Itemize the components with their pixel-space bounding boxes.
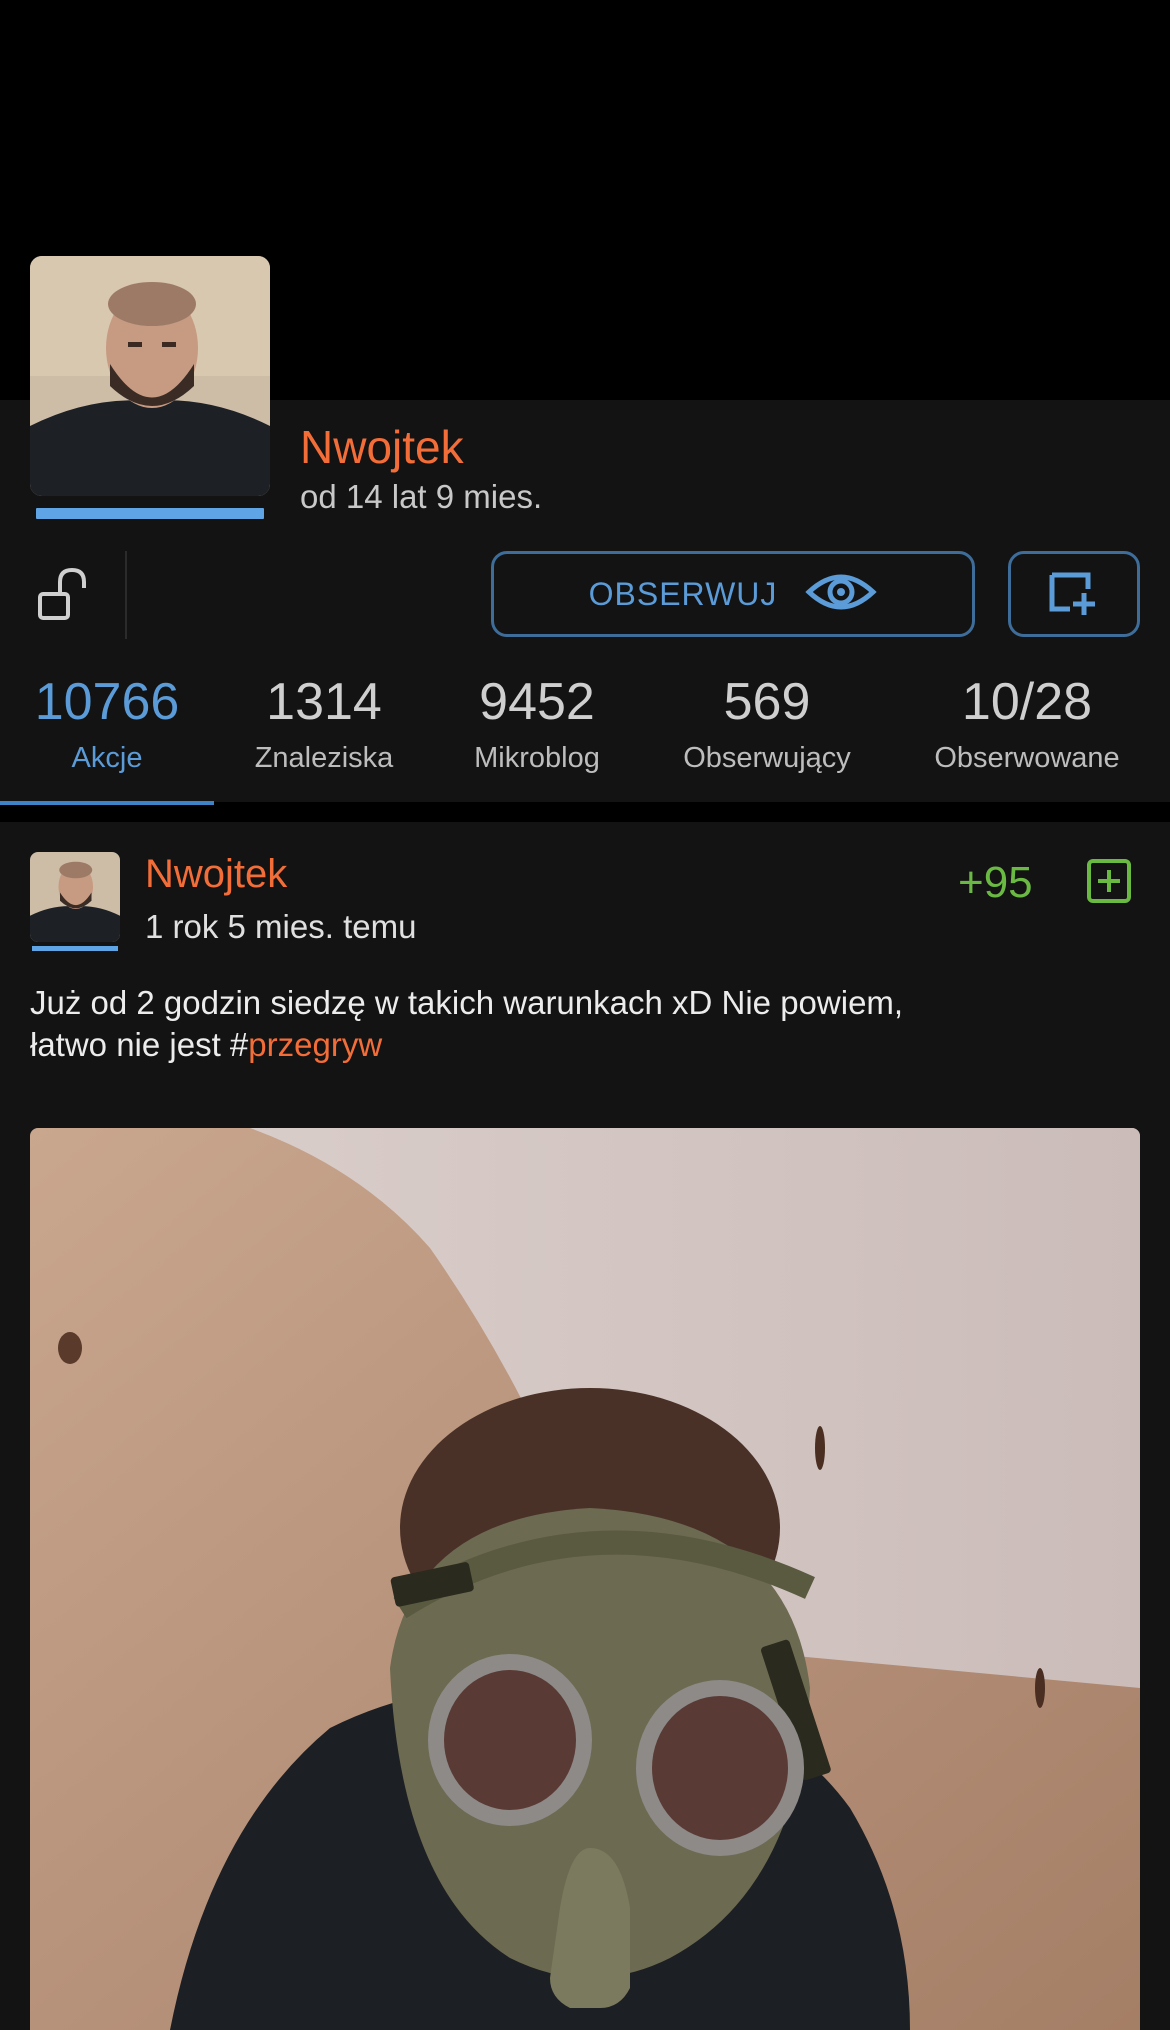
unlock-icon[interactable]	[30, 560, 100, 630]
entry-vote-count: +95	[958, 858, 1033, 907]
entry-author-avatar[interactable]	[30, 852, 120, 942]
profile-stats: 10766 Akcje 1314 Znaleziska 9452 Mikrobl…	[0, 670, 1170, 780]
profile-avatar[interactable]	[30, 256, 270, 496]
stat-obserwowane[interactable]: 10/28 Obserwowane	[912, 670, 1142, 775]
follow-button[interactable]: OBSERWUJ	[491, 551, 975, 637]
stat-label: Akcje	[71, 742, 143, 774]
stat-znaleziska[interactable]: 1314 Znaleziska	[234, 670, 414, 775]
entry-photo[interactable]	[30, 1128, 1140, 2030]
profile-member-since: od 14 lat 9 mies.	[300, 478, 543, 515]
add-to-list-button[interactable]	[1008, 551, 1140, 637]
entry-hashtag[interactable]: przegryw	[248, 1026, 382, 1063]
stat-mikroblog[interactable]: 9452 Mikroblog	[448, 670, 626, 775]
stat-label: Obserwowane	[934, 742, 1120, 774]
entry-body: Już od 2 godzin siedzę w takich warunkac…	[30, 982, 1140, 1066]
stat-obserwujacy[interactable]: 569 Obserwujący	[660, 670, 874, 775]
stat-value: 10766	[34, 673, 180, 731]
stat-value: 10/28	[961, 673, 1093, 731]
stat-label: Obserwujący	[683, 742, 851, 774]
profile-username[interactable]: Nwojtek	[300, 420, 464, 474]
profile-avatar-bar	[36, 508, 264, 519]
entry-body-line: Już od 2 godzin siedzę w takich warunkac…	[30, 984, 904, 1021]
eye-icon	[805, 570, 878, 619]
entry-avatar-bar	[32, 946, 118, 951]
stat-akcje[interactable]: 10766 Akcje	[20, 670, 194, 775]
stat-value: 9452	[479, 673, 595, 731]
add-to-list-icon	[1046, 567, 1102, 622]
follow-button-label: OBSERWUJ	[588, 575, 778, 612]
entry-author-name[interactable]: Nwojtek	[145, 852, 287, 897]
plus-square-icon[interactable]	[1086, 858, 1132, 904]
active-tab-indicator	[0, 801, 214, 805]
entry-body-line: łatwo nie jest #	[30, 1026, 249, 1063]
stat-label: Mikroblog	[474, 742, 600, 774]
toolbar-divider	[125, 551, 127, 639]
stat-label: Znaleziska	[254, 742, 394, 774]
entry-timestamp[interactable]: 1 rok 5 mies. temu	[145, 908, 416, 946]
stat-value: 569	[723, 673, 811, 731]
stat-value: 1314	[266, 673, 382, 731]
